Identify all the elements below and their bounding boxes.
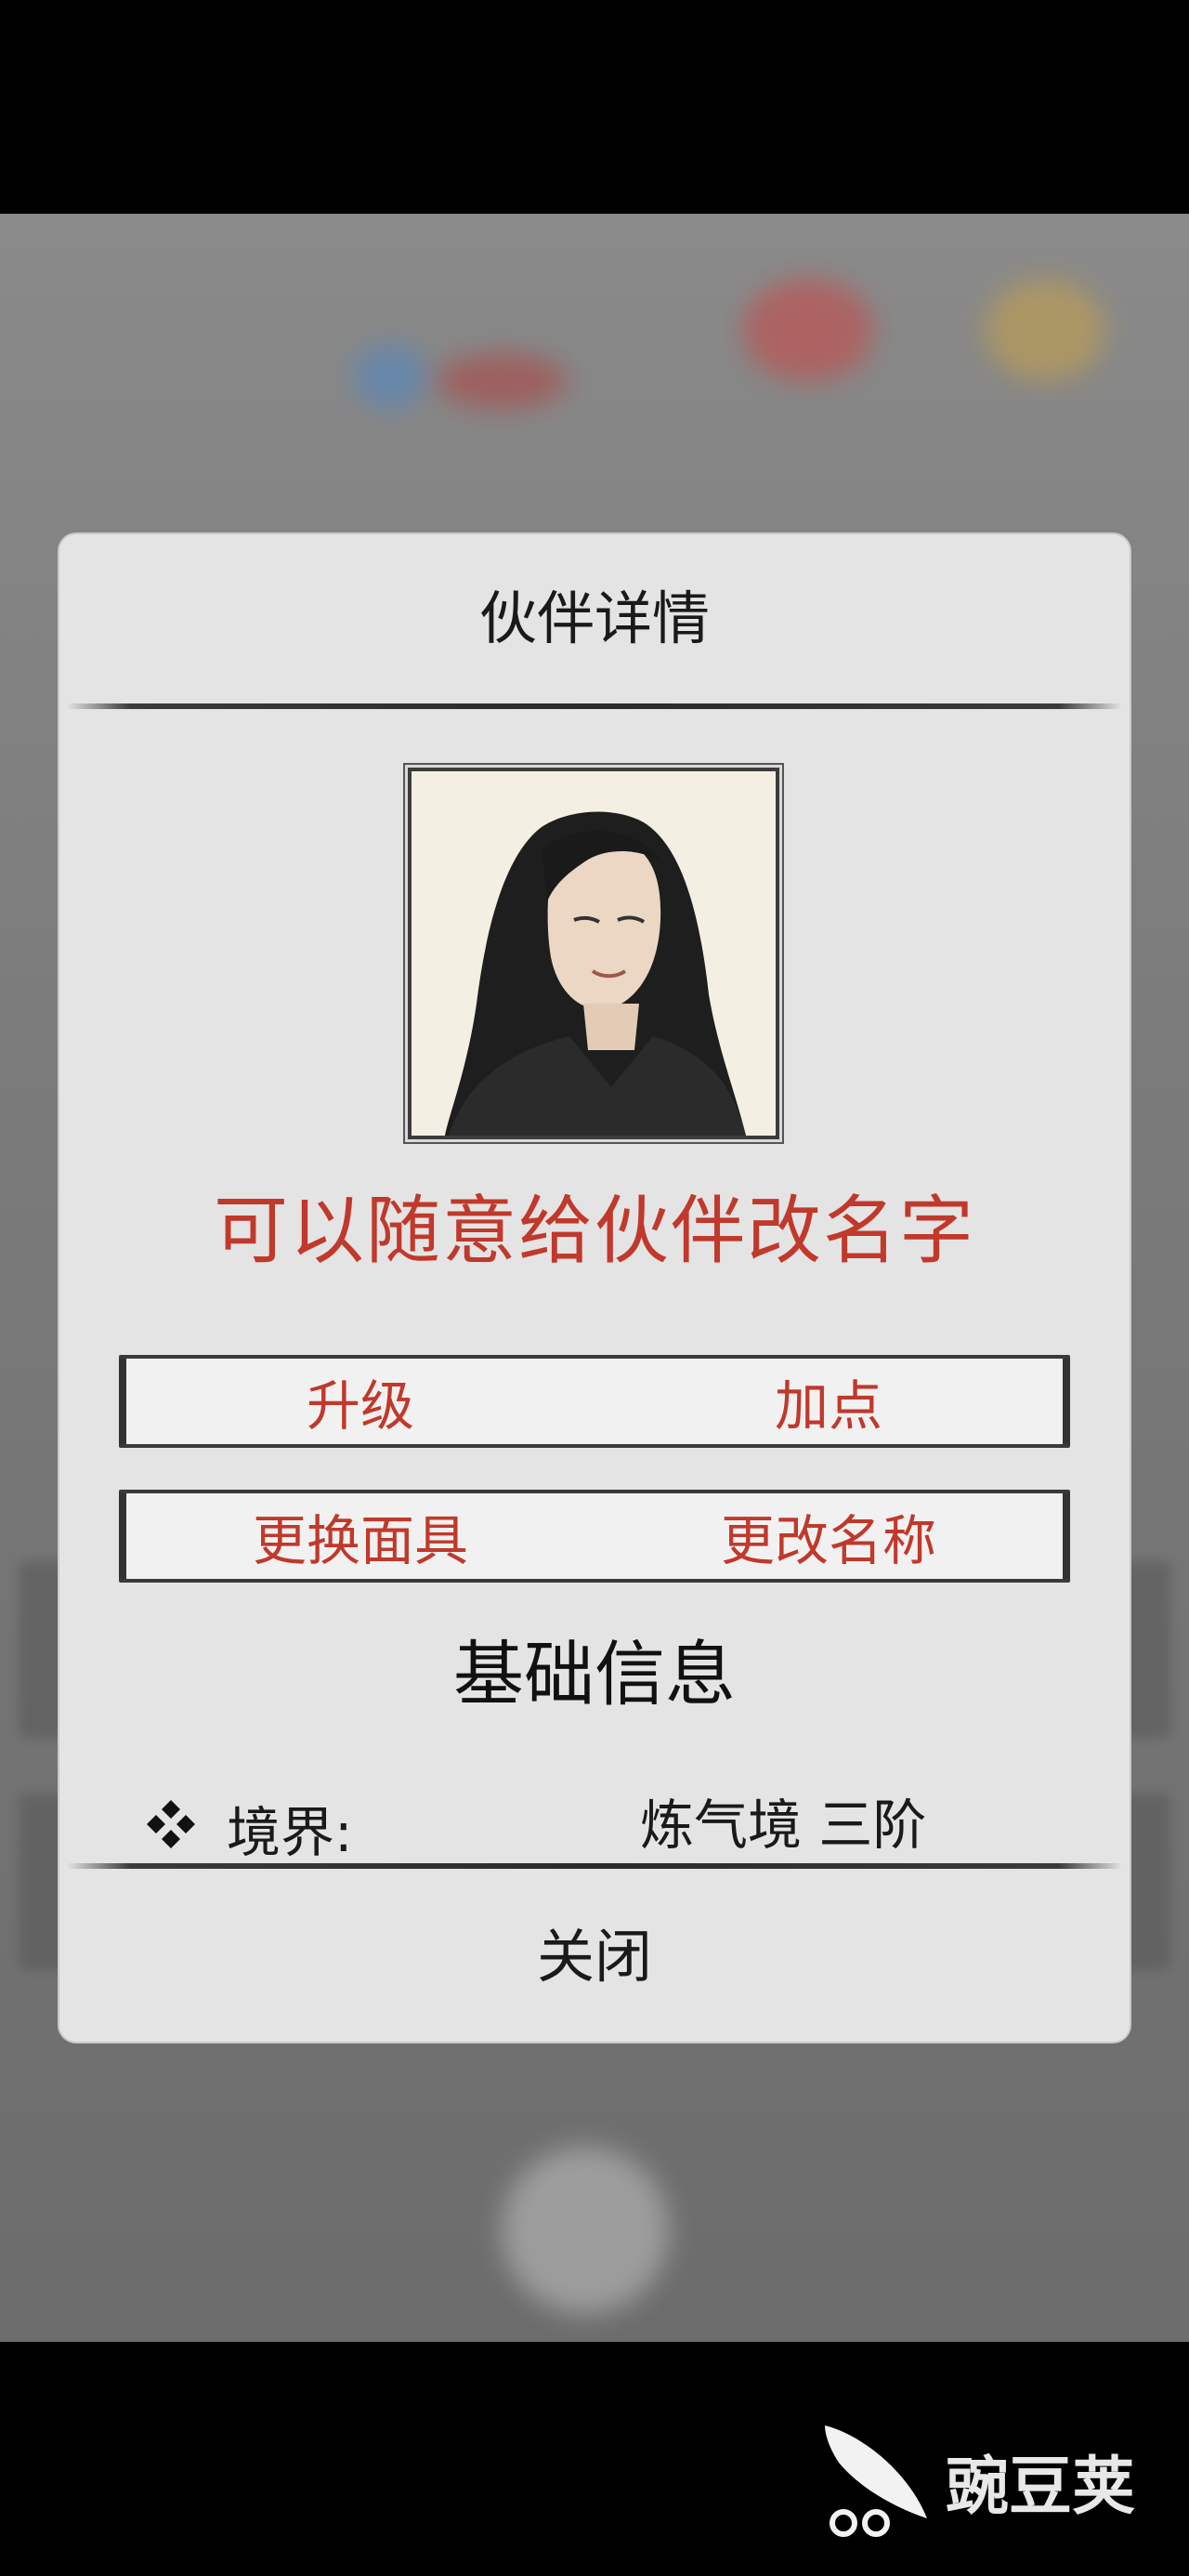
realm-label: 境界: <box>227 1801 353 1864</box>
action-row-1: 升级 加点 <box>119 1355 1070 1448</box>
close-divider <box>67 1863 1122 1869</box>
action-row-2: 更换面具 更改名称 <box>119 1490 1070 1583</box>
basic-info-heading: 基础信息 <box>453 1633 736 1715</box>
change-mask-button[interactable]: 更换面具 <box>126 1492 594 1581</box>
title-divider <box>67 703 1122 709</box>
close-button[interactable]: 关闭 <box>59 1873 1130 2031</box>
companion-portrait-image <box>412 771 776 1136</box>
realm-value: 炼气境 三阶 <box>640 1794 927 1857</box>
dialog-title: 伙伴详情 <box>478 585 710 652</box>
companion-details-dialog: 伙伴详情 可以随意给伙伴改名字 升级 加点 更换面具 更改名称 基础信息 境界:… <box>59 534 1130 2042</box>
upgrade-button[interactable]: 升级 <box>126 1357 594 1446</box>
bg-blur-shape <box>985 279 1105 381</box>
watermark-text: 豌豆荚 <box>946 2451 1136 2524</box>
bg-blur-shape <box>353 344 427 409</box>
diamond-cluster-icon <box>147 1800 195 1848</box>
bg-blur-shape <box>437 353 567 409</box>
pea-pod-logo <box>825 2425 927 2537</box>
rename-button[interactable]: 更改名称 <box>594 1492 1063 1581</box>
hint-caption: 可以随意给伙伴改名字 <box>214 1188 975 1274</box>
top-black-band <box>0 0 1189 214</box>
add-points-button[interactable]: 加点 <box>594 1357 1063 1446</box>
bg-blur-shape <box>743 279 873 381</box>
companion-portrait <box>412 771 776 1136</box>
watermark: 豌豆荚 <box>806 2407 1178 2546</box>
realm-info-row: 境界: 炼气境 三阶 <box>143 1789 1072 1864</box>
bg-blur-shape <box>502 2147 669 2314</box>
